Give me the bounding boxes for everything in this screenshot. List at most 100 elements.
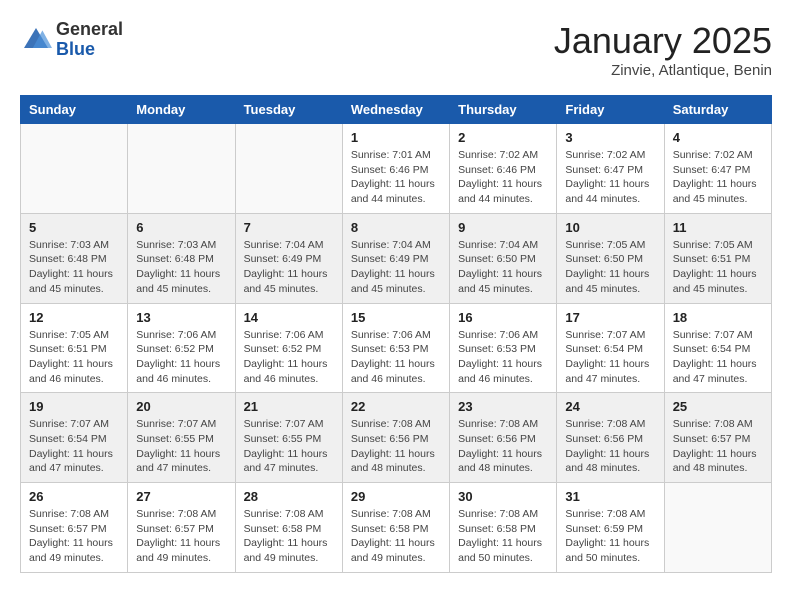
calendar-day-cell: 15 Sunrise: 7:06 AMSunset: 6:53 PMDayligh…	[342, 303, 449, 393]
day-info: Sunrise: 7:06 AMSunset: 6:52 PMDaylight:…	[244, 328, 334, 387]
calendar-week-row: 5 Sunrise: 7:03 AMSunset: 6:48 PMDaylight…	[21, 213, 772, 303]
day-number: 18	[673, 310, 763, 325]
calendar-day-cell: 21 Sunrise: 7:07 AMSunset: 6:55 PMDayligh…	[235, 393, 342, 483]
day-info: Sunrise: 7:07 AMSunset: 6:54 PMDaylight:…	[565, 328, 655, 387]
day-number: 13	[136, 310, 226, 325]
day-number: 31	[565, 489, 655, 504]
calendar-day-cell: 19 Sunrise: 7:07 AMSunset: 6:54 PMDayligh…	[21, 393, 128, 483]
calendar-day-cell: 6 Sunrise: 7:03 AMSunset: 6:48 PMDaylight…	[128, 213, 235, 303]
day-info: Sunrise: 7:08 AMSunset: 6:56 PMDaylight:…	[351, 417, 441, 476]
day-info: Sunrise: 7:04 AMSunset: 6:49 PMDaylight:…	[244, 238, 334, 297]
calendar-day-cell: 29Sunrise: 7:08 AMSunset: 6:58 PMDayligh…	[342, 483, 449, 573]
day-number: 5	[29, 220, 119, 235]
calendar-day-cell: 14 Sunrise: 7:06 AMSunset: 6:52 PMDayligh…	[235, 303, 342, 393]
logo-blue: Blue	[56, 40, 123, 60]
calendar-day-cell: 13 Sunrise: 7:06 AMSunset: 6:52 PMDayligh…	[128, 303, 235, 393]
calendar-week-row: 26Sunrise: 7:08 AMSunset: 6:57 PMDayligh…	[21, 483, 772, 573]
day-info: Sunrise: 7:07 AMSunset: 6:55 PMDaylight:…	[136, 417, 226, 476]
calendar-day-cell: 16 Sunrise: 7:06 AMSunset: 6:53 PMDayligh…	[450, 303, 557, 393]
calendar-day-cell: 24 Sunrise: 7:08 AMSunset: 6:56 PMDayligh…	[557, 393, 664, 483]
logo-general: General	[56, 20, 123, 40]
calendar-day-cell	[235, 124, 342, 214]
day-info: Sunrise: 7:02 AMSunset: 6:47 PMDaylight:…	[673, 148, 763, 207]
calendar-day-cell: 2 Sunrise: 7:02 AMSunset: 6:46 PMDaylight…	[450, 124, 557, 214]
calendar-day-cell: 26Sunrise: 7:08 AMSunset: 6:57 PMDayligh…	[21, 483, 128, 573]
calendar-week-row: 12Sunrise: 7:05 AMSunset: 6:51 PMDayligh…	[21, 303, 772, 393]
day-info: Sunrise: 7:07 AMSunset: 6:54 PMDaylight:…	[673, 328, 763, 387]
calendar-day-cell: 20 Sunrise: 7:07 AMSunset: 6:55 PMDayligh…	[128, 393, 235, 483]
day-number: 17	[565, 310, 655, 325]
day-number: 16	[458, 310, 548, 325]
day-number: 30	[458, 489, 548, 504]
day-number: 14	[244, 310, 334, 325]
day-number: 1	[351, 130, 441, 145]
day-info: Sunrise: 7:04 AMSunset: 6:50 PMDaylight:…	[458, 238, 548, 297]
calendar-day-header: Tuesday	[235, 96, 342, 124]
calendar-day-cell: 23Sunrise: 7:08 AMSunset: 6:56 PMDayligh…	[450, 393, 557, 483]
day-number: 19	[29, 399, 119, 414]
day-info: Sunrise: 7:07 AMSunset: 6:54 PMDaylight:…	[29, 417, 119, 476]
title-block: January 2025 Zinvie, Atlantique, Benin	[554, 20, 772, 79]
day-number: 11	[673, 220, 763, 235]
day-number: 6	[136, 220, 226, 235]
calendar-day-cell: 18 Sunrise: 7:07 AMSunset: 6:54 PMDayligh…	[664, 303, 771, 393]
calendar-day-header: Monday	[128, 96, 235, 124]
calendar-subtitle: Zinvie, Atlantique, Benin	[554, 62, 772, 79]
day-number: 8	[351, 220, 441, 235]
calendar-table: SundayMondayTuesdayWednesdayThursdayFrid…	[20, 95, 772, 573]
calendar-day-cell: 8 Sunrise: 7:04 AMSunset: 6:49 PMDaylight…	[342, 213, 449, 303]
calendar-day-header: Sunday	[21, 96, 128, 124]
calendar-day-cell: 4Sunrise: 7:02 AMSunset: 6:47 PMDaylight…	[664, 124, 771, 214]
day-number: 20	[136, 399, 226, 414]
day-info: Sunrise: 7:08 AMSunset: 6:58 PMDaylight:…	[244, 507, 334, 566]
day-info: Sunrise: 7:03 AMSunset: 6:48 PMDaylight:…	[29, 238, 119, 297]
calendar-day-cell	[21, 124, 128, 214]
day-info: Sunrise: 7:05 AMSunset: 6:51 PMDaylight:…	[673, 238, 763, 297]
calendar-header-row: SundayMondayTuesdayWednesdayThursdayFrid…	[21, 96, 772, 124]
day-info: Sunrise: 7:04 AMSunset: 6:49 PMDaylight:…	[351, 238, 441, 297]
calendar-title: January 2025	[554, 20, 772, 62]
calendar-day-header: Thursday	[450, 96, 557, 124]
day-info: Sunrise: 7:08 AMSunset: 6:57 PMDaylight:…	[136, 507, 226, 566]
calendar-day-header: Friday	[557, 96, 664, 124]
day-number: 28	[244, 489, 334, 504]
day-info: Sunrise: 7:08 AMSunset: 6:56 PMDaylight:…	[458, 417, 548, 476]
day-number: 24	[565, 399, 655, 414]
calendar-day-header: Wednesday	[342, 96, 449, 124]
day-number: 25	[673, 399, 763, 414]
calendar-day-cell: 10Sunrise: 7:05 AMSunset: 6:50 PMDayligh…	[557, 213, 664, 303]
calendar-day-cell: 3Sunrise: 7:02 AMSunset: 6:47 PMDaylight…	[557, 124, 664, 214]
calendar-week-row: 1 Sunrise: 7:01 AMSunset: 6:46 PMDaylight…	[21, 124, 772, 214]
page-header: General Blue January 2025 Zinvie, Atlant…	[20, 20, 772, 79]
calendar-day-cell	[664, 483, 771, 573]
day-info: Sunrise: 7:08 AMSunset: 6:56 PMDaylight:…	[565, 417, 655, 476]
day-info: Sunrise: 7:05 AMSunset: 6:50 PMDaylight:…	[565, 238, 655, 297]
day-info: Sunrise: 7:02 AMSunset: 6:46 PMDaylight:…	[458, 148, 548, 207]
day-info: Sunrise: 7:06 AMSunset: 6:53 PMDaylight:…	[458, 328, 548, 387]
logo-icon	[20, 24, 52, 56]
calendar-day-cell: 7 Sunrise: 7:04 AMSunset: 6:49 PMDaylight…	[235, 213, 342, 303]
day-info: Sunrise: 7:06 AMSunset: 6:53 PMDaylight:…	[351, 328, 441, 387]
day-info: Sunrise: 7:08 AMSunset: 6:59 PMDaylight:…	[565, 507, 655, 566]
calendar-week-row: 19 Sunrise: 7:07 AMSunset: 6:54 PMDayligh…	[21, 393, 772, 483]
day-number: 7	[244, 220, 334, 235]
day-info: Sunrise: 7:01 AMSunset: 6:46 PMDaylight:…	[351, 148, 441, 207]
calendar-day-header: Saturday	[664, 96, 771, 124]
day-number: 21	[244, 399, 334, 414]
day-info: Sunrise: 7:08 AMSunset: 6:57 PMDaylight:…	[29, 507, 119, 566]
day-number: 22	[351, 399, 441, 414]
day-info: Sunrise: 7:03 AMSunset: 6:48 PMDaylight:…	[136, 238, 226, 297]
logo: General Blue	[20, 20, 123, 60]
day-number: 3	[565, 130, 655, 145]
day-number: 15	[351, 310, 441, 325]
calendar-day-cell: 9Sunrise: 7:04 AMSunset: 6:50 PMDaylight…	[450, 213, 557, 303]
day-info: Sunrise: 7:06 AMSunset: 6:52 PMDaylight:…	[136, 328, 226, 387]
calendar-day-cell	[128, 124, 235, 214]
calendar-day-cell: 31 Sunrise: 7:08 AMSunset: 6:59 PMDayligh…	[557, 483, 664, 573]
day-number: 2	[458, 130, 548, 145]
day-info: Sunrise: 7:07 AMSunset: 6:55 PMDaylight:…	[244, 417, 334, 476]
calendar-day-cell: 5 Sunrise: 7:03 AMSunset: 6:48 PMDaylight…	[21, 213, 128, 303]
day-info: Sunrise: 7:05 AMSunset: 6:51 PMDaylight:…	[29, 328, 119, 387]
day-number: 27	[136, 489, 226, 504]
calendar-day-cell: 25Sunrise: 7:08 AMSunset: 6:57 PMDayligh…	[664, 393, 771, 483]
